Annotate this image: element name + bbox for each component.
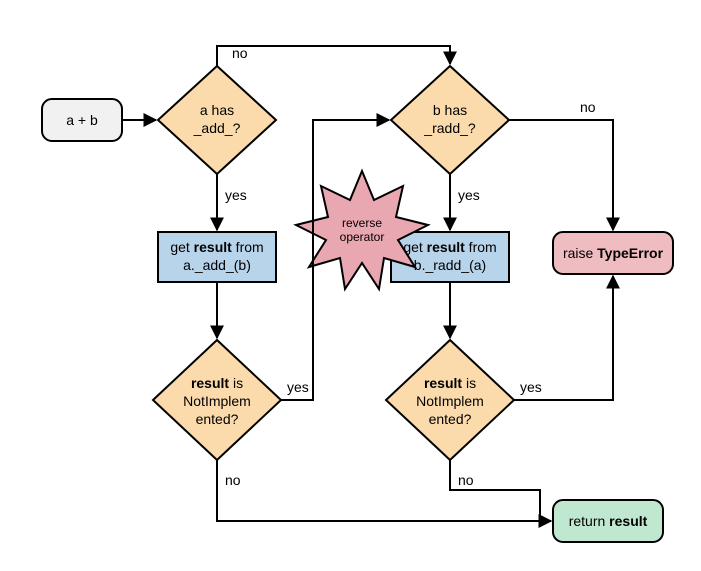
- d4-line3: ented?: [429, 411, 472, 427]
- node-return-result: return result: [553, 500, 663, 542]
- d2-line2: _radd_?: [423, 120, 476, 136]
- flowchart-diagram: a + b a has _add_? b has _radd_? get res…: [0, 0, 701, 571]
- d1-line1: a has: [200, 102, 234, 118]
- d4-line1: result is: [424, 375, 476, 391]
- edge-d1-no-d2: [217, 46, 450, 66]
- d3-line1: result is: [191, 375, 243, 391]
- star-line1: reverse: [342, 216, 382, 230]
- d2-no-label: no: [580, 99, 596, 115]
- d3-line3: ented?: [196, 411, 239, 427]
- p2-line1: get result from: [403, 239, 496, 255]
- d1-line2: _add_?: [193, 120, 241, 136]
- decision-result-notimpl-left: result is NotImplem ented?: [153, 340, 281, 460]
- d4-no-label: no: [458, 472, 474, 488]
- decision-b-has-radd: b has _radd_?: [391, 66, 509, 174]
- d3-yes-label: yes: [287, 379, 309, 395]
- p1-line2: a._add_(b): [183, 257, 251, 273]
- d1-yes-label: yes: [225, 187, 247, 203]
- d2-line1: b has: [433, 102, 467, 118]
- p2-line2: b._radd_(a): [414, 257, 486, 273]
- p1-line1: get result from: [170, 239, 263, 255]
- d3-no-label: no: [225, 472, 241, 488]
- d4-yes-label: yes: [520, 379, 542, 395]
- star-line2: operator: [340, 230, 385, 244]
- node-raise-typeerror: raise TypeError: [553, 232, 673, 274]
- d3-line2: NotImplem: [183, 393, 251, 409]
- node-start: a + b: [42, 99, 122, 141]
- process-get-result-add: get result from a._add_(b): [158, 232, 276, 282]
- edge-d4-no-return: [450, 460, 540, 521]
- d1-no-label: no: [232, 45, 248, 61]
- edge-d2-no-err: [509, 120, 613, 230]
- err-text: raise TypeError: [563, 245, 664, 261]
- d2-yes-label: yes: [458, 187, 480, 203]
- ret-text: return result: [569, 513, 648, 529]
- decision-a-has-add: a has _add_?: [158, 66, 276, 174]
- start-label: a + b: [66, 112, 98, 128]
- d4-line2: NotImplem: [416, 393, 484, 409]
- decision-result-notimpl-right: result is NotImplem ented?: [386, 340, 514, 460]
